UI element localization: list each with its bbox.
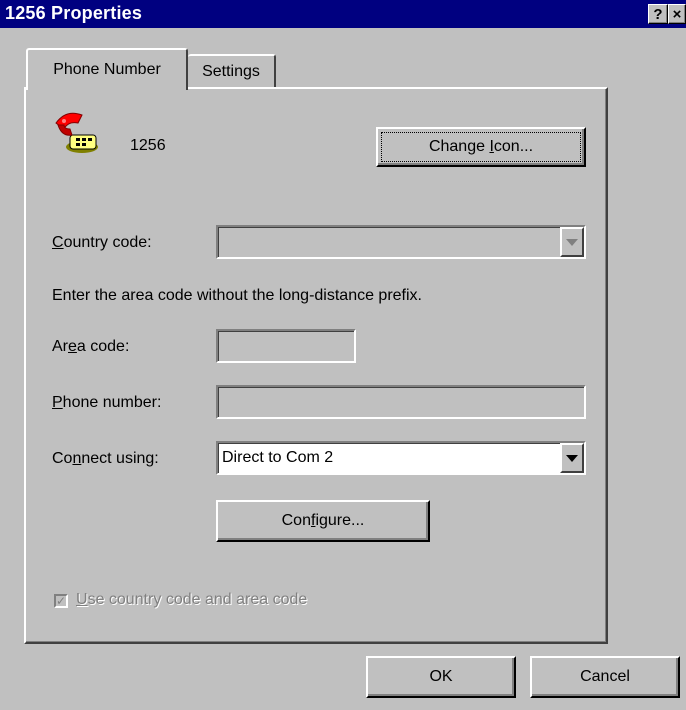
configure-label: Configure... xyxy=(281,512,365,529)
phone-number-panel: 1256 Change Icon... Country code: Enter … xyxy=(24,87,608,644)
phone-number-label: Phone number: xyxy=(52,394,162,411)
tab-settings[interactable]: Settings xyxy=(188,54,276,88)
change-icon-button[interactable]: Change Icon... xyxy=(376,127,586,167)
tab-phone-number-label: Phone Number xyxy=(53,61,161,78)
country-code-label: Country code: xyxy=(52,234,152,251)
connect-using-value: Direct to Com 2 xyxy=(222,449,334,466)
country-code-select[interactable] xyxy=(216,225,586,259)
configure-button[interactable]: Configure... xyxy=(216,500,430,542)
cancel-label: Cancel xyxy=(580,668,630,685)
chevron-down-icon[interactable] xyxy=(560,227,584,257)
area-code-input[interactable] xyxy=(216,329,356,363)
use-country-code-checkbox[interactable]: ✓ xyxy=(54,594,68,608)
telephone-icon xyxy=(52,109,104,157)
ok-button[interactable]: OK xyxy=(366,656,516,698)
help-button[interactable]: ? xyxy=(648,4,668,24)
connect-using-select[interactable]: Direct to Com 2 xyxy=(216,441,586,475)
connect-using-label: Connect using: xyxy=(52,450,159,467)
ok-label: OK xyxy=(429,668,453,685)
cancel-button[interactable]: Cancel xyxy=(530,656,680,698)
connection-name: 1256 xyxy=(130,137,166,154)
tab-phone-number[interactable]: Phone Number xyxy=(26,48,188,90)
close-button[interactable]: × xyxy=(668,4,686,24)
phone-number-input[interactable] xyxy=(216,385,586,419)
window-title: 1256 Properties xyxy=(5,3,143,23)
use-country-code-label: Use country code and area code xyxy=(76,591,308,608)
properties-dialog: 1256 Properties ? × Phone Number Setting… xyxy=(0,0,686,710)
area-code-label: Area code: xyxy=(52,338,130,355)
chevron-down-icon[interactable] xyxy=(560,443,584,473)
tab-settings-label: Settings xyxy=(202,63,260,80)
change-icon-label: Change Icon... xyxy=(428,138,534,155)
instruction-text: Enter the area code without the long-dis… xyxy=(52,287,422,304)
title-bar[interactable]: 1256 Properties ? × xyxy=(0,0,686,28)
